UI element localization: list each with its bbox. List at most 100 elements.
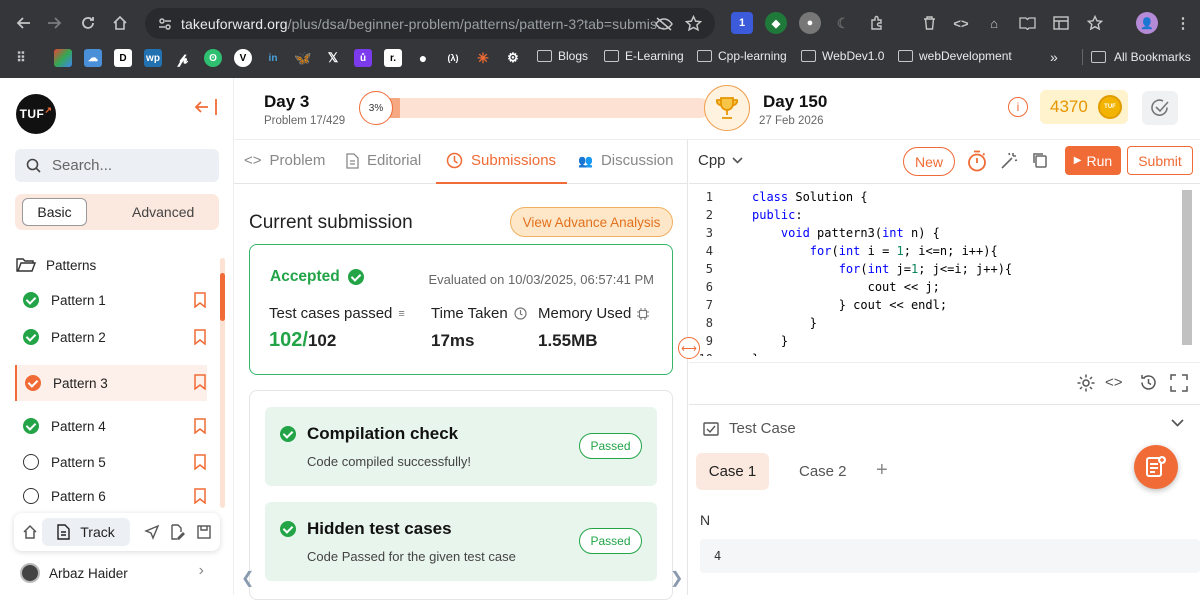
test-case-header[interactable]: Test Case	[703, 420, 796, 437]
patterns-section-header[interactable]: Patterns	[16, 257, 96, 273]
bookmark-spark-icon[interactable]: ✳	[474, 49, 492, 67]
input-variable-field[interactable]: 4	[700, 539, 1200, 573]
tab-problem[interactable]: <> Problem	[244, 152, 325, 169]
user-profile[interactable]: Arbaz Haider ›	[20, 562, 210, 584]
star-icon[interactable]	[685, 15, 702, 32]
bookmark-icon[interactable]	[193, 374, 207, 390]
linkedin-icon[interactable]: in	[264, 49, 282, 67]
submit-button[interactable]: Submit	[1127, 146, 1193, 175]
timer-icon[interactable]	[967, 150, 989, 172]
all-bookmarks-button[interactable]: All Bookmarks	[1082, 49, 1191, 65]
bookmark-wp-icon[interactable]: wp	[144, 49, 162, 67]
bookmark-folder-elearning[interactable]: E-Learning	[604, 49, 684, 63]
run-button[interactable]: ▶ Run	[1065, 146, 1121, 175]
sidebar-item-pattern-5[interactable]: Pattern 5	[15, 445, 207, 479]
navigate-icon[interactable]	[144, 524, 160, 540]
notes-fab-button[interactable]	[1134, 445, 1178, 489]
code-format-icon[interactable]: <>	[1105, 374, 1123, 391]
bookmark-folder-webdevelopment[interactable]: webDevelopment	[898, 49, 1012, 63]
fullscreen-icon[interactable]	[1170, 374, 1188, 392]
history-icon[interactable]	[1139, 373, 1158, 392]
site-settings-icon[interactable]	[157, 16, 173, 32]
sidebar-item-pattern-1[interactable]: Pattern 1	[15, 283, 207, 317]
reload-icon[interactable]	[76, 11, 100, 35]
chevron-right-icon[interactable]: ❯	[670, 568, 683, 588]
apps-grid-icon[interactable]: ⠿	[12, 49, 30, 67]
case-2-tab[interactable]: Case 2	[799, 463, 847, 480]
coins-badge[interactable]: 4370 TUF	[1040, 90, 1128, 124]
chrome-menu-icon[interactable]: ⋮	[1172, 12, 1194, 34]
basic-toggle-button[interactable]: Basic	[22, 198, 87, 226]
bookmark-icon[interactable]	[193, 488, 207, 504]
bookmark-lambda-icon[interactable]: (λ)	[444, 49, 462, 67]
new-button[interactable]: New	[903, 147, 955, 176]
sidebar-item-pattern-2[interactable]: Pattern 2	[15, 320, 207, 354]
settings-icon[interactable]	[1076, 373, 1096, 393]
bluesky-icon[interactable]: 🦋	[294, 49, 312, 67]
add-case-button[interactable]: +	[876, 459, 888, 482]
editor-scrollbar[interactable]	[1182, 190, 1192, 345]
bookmark-icon[interactable]	[193, 292, 207, 308]
chatgpt-icon[interactable]: ⚙	[504, 49, 522, 67]
forward-icon[interactable]	[42, 11, 66, 35]
bookmark-folder-blogs[interactable]: Blogs	[537, 49, 588, 63]
save-icon[interactable]	[196, 524, 212, 540]
profile-avatar-icon[interactable]: 👤	[1136, 12, 1158, 34]
c-extension-icon[interactable]: ☾	[832, 12, 854, 34]
edit-document-icon[interactable]	[169, 524, 185, 540]
back-icon[interactable]	[12, 11, 36, 35]
home-icon[interactable]	[108, 11, 132, 35]
search-input[interactable]: Search...	[15, 149, 219, 182]
copy-icon[interactable]	[1031, 151, 1053, 173]
bookmark-icon[interactable]	[193, 329, 207, 345]
chevron-left-icon[interactable]: ❮	[241, 568, 254, 588]
tab-discussion[interactable]: 👥 Discussion	[578, 152, 673, 169]
record-extension-icon[interactable]: ●	[799, 12, 821, 34]
eye-off-icon[interactable]	[655, 16, 673, 32]
bookmark-folder-cpp[interactable]: Cpp-learning	[697, 49, 787, 63]
info-icon[interactable]: i	[1008, 97, 1028, 117]
panel-resize-handle[interactable]: ⟷	[678, 337, 700, 359]
advanced-toggle-button[interactable]: Advanced	[132, 204, 194, 220]
google-apps-icon[interactable]	[54, 49, 72, 67]
tab-search-icon[interactable]	[1050, 12, 1072, 34]
home-nav-icon[interactable]	[22, 524, 38, 540]
reading-list-icon[interactable]	[1016, 12, 1038, 34]
bookmark-icon[interactable]	[193, 418, 207, 434]
sidebar-item-pattern-6[interactable]: Pattern 6	[15, 479, 207, 513]
case-1-tab[interactable]: Case 1	[696, 453, 769, 490]
bookmark-icon[interactable]	[193, 454, 207, 470]
incognito-icon[interactable]: ⌂	[983, 12, 1005, 34]
more-bookmarks-button[interactable]: »	[1050, 49, 1058, 65]
address-bar[interactable]: takeuforward.org/plus/dsa/beginner-probl…	[145, 8, 715, 39]
bookmark-p-icon[interactable]: 𝓹	[174, 49, 192, 67]
github-icon[interactable]: ●	[414, 49, 432, 67]
code-area[interactable]: 1 class Solution {2 public: 3 void pattern3…	[689, 188, 1200, 356]
sidebar-scrollbar-thumb[interactable]	[220, 273, 225, 321]
sidebar-item-pattern-4[interactable]: Pattern 4	[15, 409, 207, 443]
tab-submissions[interactable]: Submissions	[446, 152, 556, 169]
bookmark-d-icon[interactable]: D	[114, 49, 132, 67]
track-button[interactable]: Track	[42, 518, 130, 546]
collapse-sidebar-icon[interactable]	[194, 98, 218, 116]
puzzle-extensions-icon[interactable]	[866, 12, 888, 34]
bookmark-weather-icon[interactable]: ☁	[84, 49, 102, 67]
tab-editorial[interactable]: Editorial	[346, 152, 421, 169]
bookmark-v-icon[interactable]: V	[234, 49, 252, 67]
sidebar-item-pattern-3[interactable]: Pattern 3	[15, 365, 207, 401]
language-select[interactable]: Cpp	[698, 152, 743, 169]
chevron-down-icon[interactable]	[1171, 419, 1184, 427]
bookmark-purple-icon[interactable]: ů	[354, 49, 372, 67]
devtools-code-icon[interactable]: <>	[950, 12, 972, 34]
bookmark-green-icon[interactable]: ʘ	[204, 49, 222, 67]
shield-extension-icon[interactable]: ◆	[765, 12, 787, 34]
bookmark-r-icon[interactable]: r.	[384, 49, 402, 67]
tuf-logo[interactable]: TUF ↗	[16, 94, 56, 134]
magic-wand-icon[interactable]	[999, 151, 1021, 173]
x-icon[interactable]: 𝕏	[324, 49, 342, 67]
trash-icon[interactable]	[918, 12, 940, 34]
bookmark-folder-webdev1[interactable]: WebDev1.0	[801, 49, 884, 63]
extension-1-icon[interactable]: 1	[731, 12, 753, 34]
view-advance-analysis-button[interactable]: View Advance Analysis	[510, 207, 673, 237]
bookmark-star-icon[interactable]	[1084, 12, 1106, 34]
